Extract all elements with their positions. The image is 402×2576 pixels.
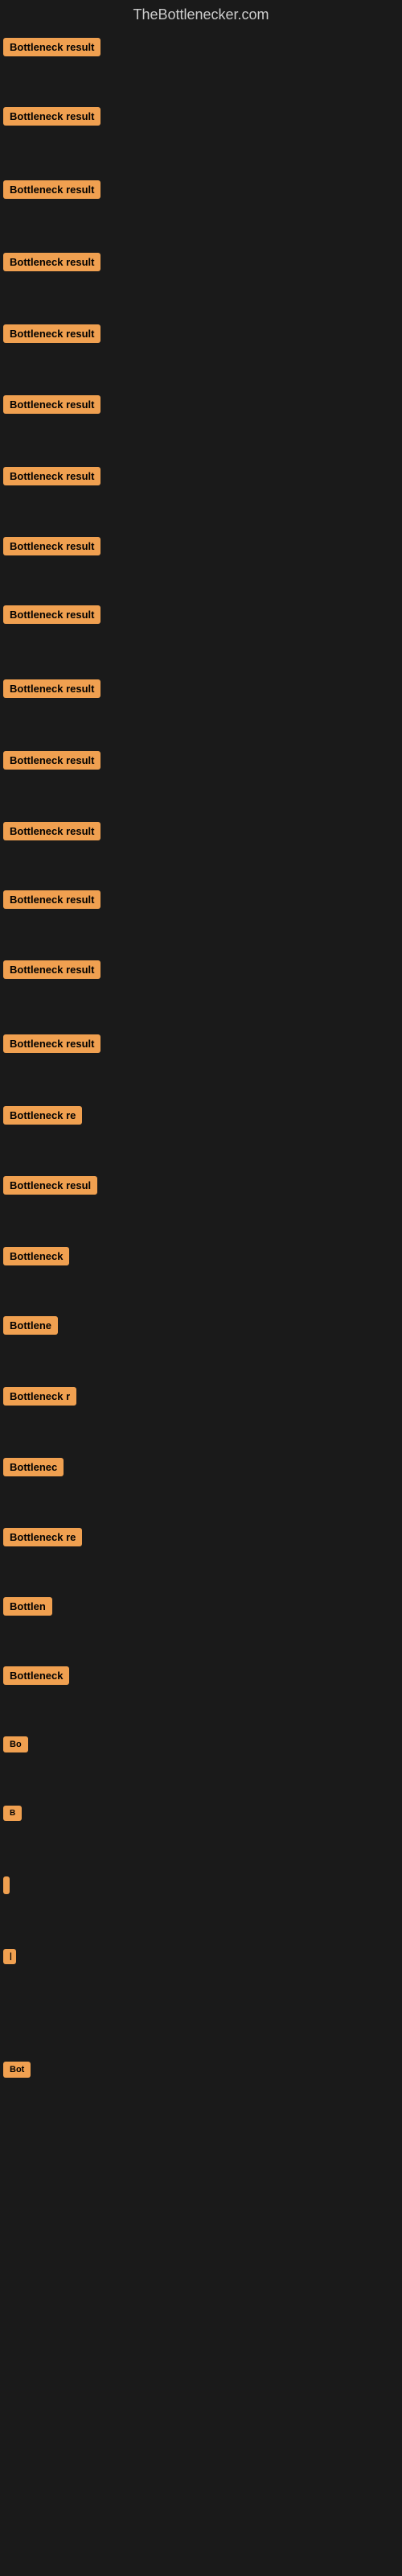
bottleneck-result-label: Bottleneck result <box>3 467 100 485</box>
list-item: B <box>3 1806 22 1825</box>
list-item: Bottleneck result <box>3 822 100 844</box>
list-item: Bottleneck r <box>3 1387 76 1410</box>
bottleneck-result-label: Bottleneck result <box>3 890 100 909</box>
rows-container: Bottleneck result Bottleneck result Bottle… <box>0 33 402 2561</box>
bottleneck-result-label: Bottleneck result <box>3 38 100 56</box>
list-item: Bottleneck result <box>3 751 100 774</box>
list-item: Bottleneck <box>3 1666 69 1689</box>
list-item: Bottleneck result <box>3 1034 100 1057</box>
list-item: Bottleneck result <box>3 38 100 60</box>
list-item: Bottleneck result <box>3 890 100 913</box>
bottleneck-result-label: Bo <box>3 1736 28 1752</box>
list-item: Bo <box>3 1736 28 1757</box>
site-title: TheBottlenecker.com <box>133 0 269 32</box>
bottleneck-result-label: Bottleneck result <box>3 751 100 770</box>
bottleneck-result-label: Bottleneck result <box>3 395 100 414</box>
bottleneck-result-label: Bottlene <box>3 1316 58 1335</box>
list-item: Bottlenec <box>3 1458 64 1480</box>
bottleneck-result-label: Bottleneck result <box>3 324 100 343</box>
bottleneck-result-label: Bottleneck result <box>3 960 100 979</box>
list-item: Bottlen <box>3 1597 52 1620</box>
list-item <box>3 1876 10 1898</box>
list-item: Bottleneck resul <box>3 1176 97 1199</box>
bottleneck-result-label: Bot <box>3 2062 31 2078</box>
list-item: Bot <box>3 2062 31 2082</box>
list-item: Bottleneck result <box>3 324 100 347</box>
list-item: Bottleneck result <box>3 679 100 702</box>
bottleneck-result-label: Bottleneck r <box>3 1387 76 1406</box>
bottleneck-result-label: B <box>3 1806 22 1821</box>
bottleneck-result-label: Bottleneck result <box>3 180 100 199</box>
list-item: Bottleneck re <box>3 1106 82 1129</box>
bottleneck-result-label: Bottleneck result <box>3 537 100 555</box>
bottleneck-result-label: Bottleneck re <box>3 1528 82 1546</box>
list-item: Bottlene <box>3 1316 58 1339</box>
bottleneck-result-label: Bottleneck result <box>3 679 100 698</box>
list-item: Bottleneck result <box>3 605 100 628</box>
bottleneck-result-label: Bottleneck <box>3 1247 69 1265</box>
bottleneck-result-label: Bottleneck result <box>3 1034 100 1053</box>
list-item: Bottleneck result <box>3 537 100 559</box>
site-title-container: TheBottlenecker.com <box>0 0 402 33</box>
bottleneck-result-label: Bottleneck result <box>3 107 100 126</box>
list-item: Bottleneck <box>3 1247 69 1269</box>
list-item: | <box>3 1949 16 1968</box>
list-item: Bottleneck result <box>3 180 100 203</box>
bottleneck-result-label: Bottlenec <box>3 1458 64 1476</box>
list-item: Bottleneck result <box>3 253 100 275</box>
bottleneck-result-label: Bottleneck re <box>3 1106 82 1125</box>
empty-bar <box>3 1876 10 1894</box>
list-item: Bottleneck result <box>3 960 100 983</box>
list-item: Bottleneck result <box>3 395 100 418</box>
bottleneck-result-label: Bottleneck <box>3 1666 69 1685</box>
bottleneck-result-label: Bottleneck result <box>3 605 100 624</box>
list-item: Bottleneck result <box>3 107 100 130</box>
list-item: Bottleneck re <box>3 1528 82 1550</box>
bottleneck-result-label: | <box>3 1949 16 1964</box>
bottleneck-result-label: Bottleneck result <box>3 253 100 271</box>
list-item: Bottleneck result <box>3 467 100 489</box>
bottleneck-result-label: Bottleneck resul <box>3 1176 97 1195</box>
bottleneck-result-label: Bottlen <box>3 1597 52 1616</box>
bottleneck-result-label: Bottleneck result <box>3 822 100 840</box>
